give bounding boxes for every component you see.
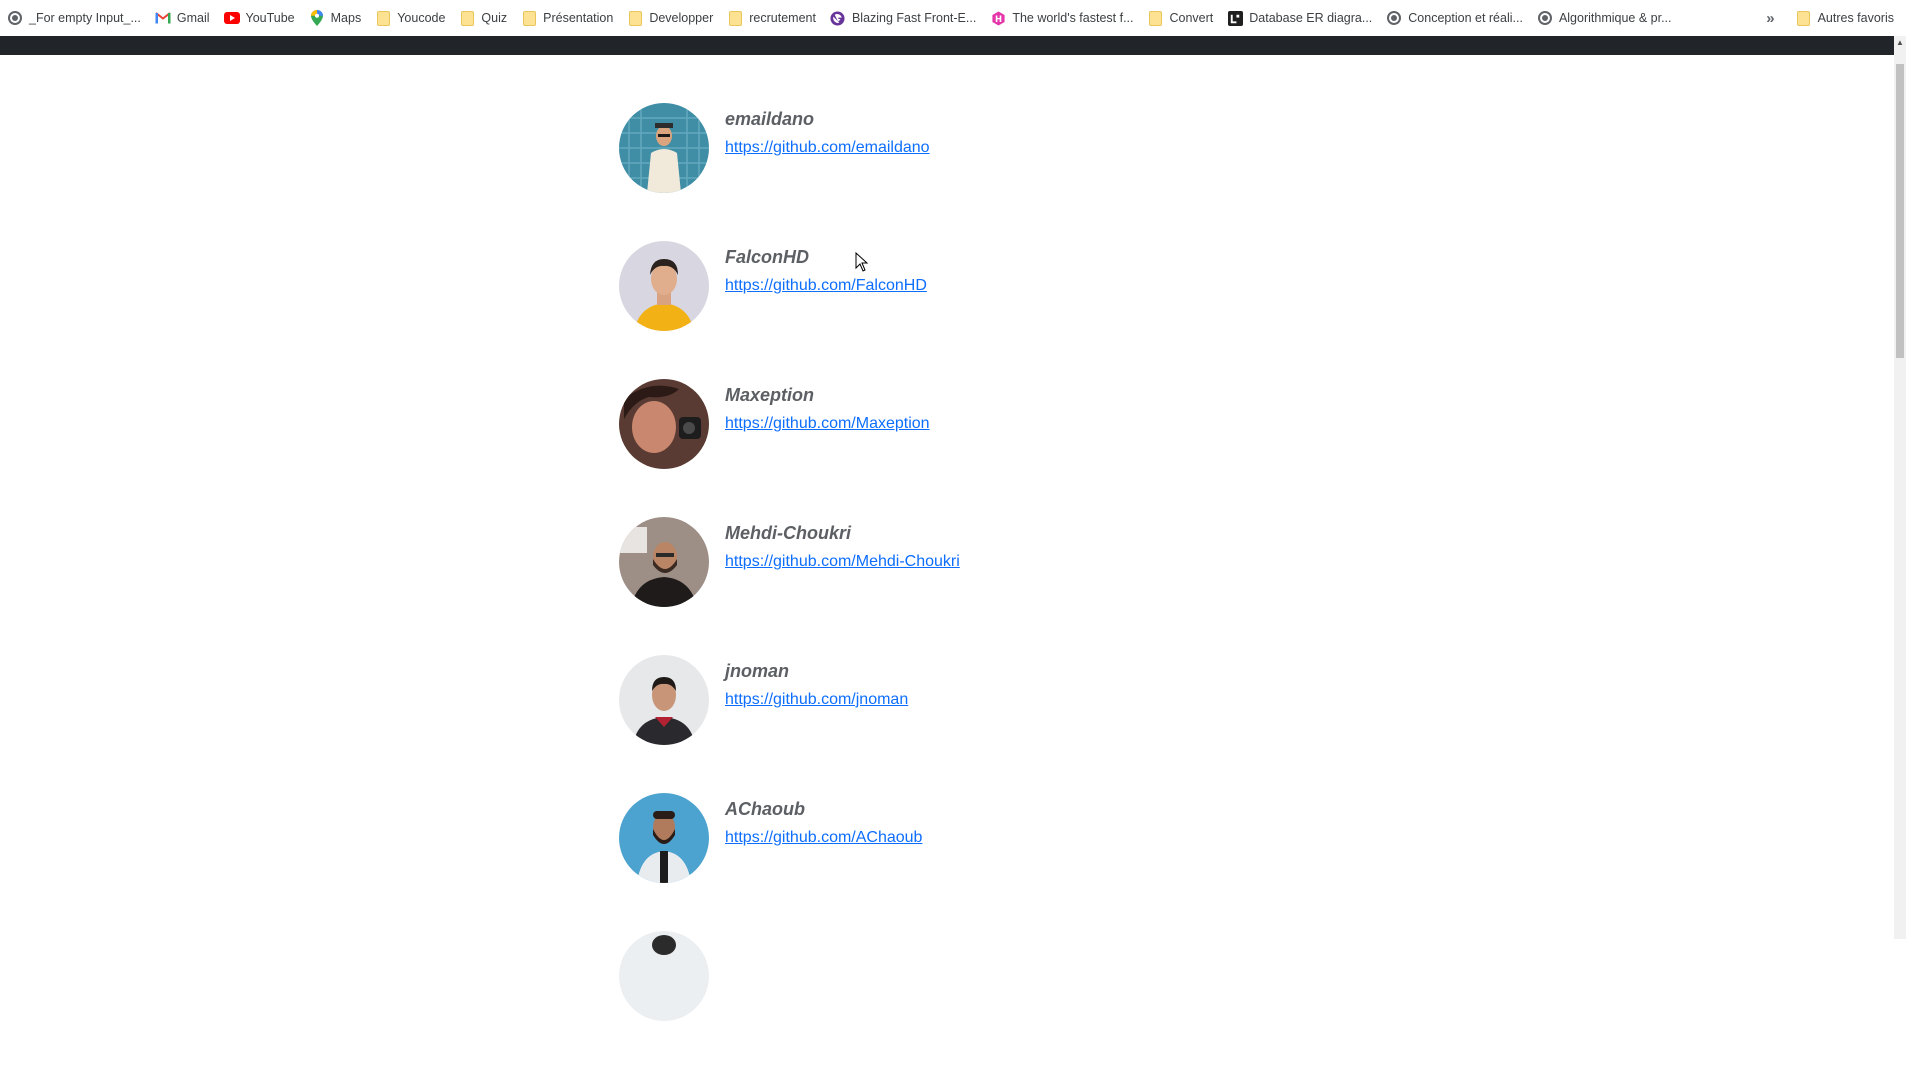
bookmark-folder-presentation[interactable]: Présentation (514, 4, 620, 32)
avatar (619, 379, 709, 469)
gatsby-icon (830, 10, 846, 26)
svg-text:H: H (995, 13, 1002, 23)
scrollbar[interactable]: ▲ (1894, 36, 1906, 939)
bookmark-gmail[interactable]: Gmail (148, 4, 217, 32)
bookmark-algorithmique[interactable]: Algorithmique & pr... (1530, 4, 1679, 32)
scrollbar-thumb[interactable] (1896, 64, 1904, 358)
bookmark-for-empty-input[interactable]: _For empty Input_... (0, 4, 148, 32)
bookmarks-overflow: » Autres favoris (1756, 0, 1906, 36)
dbdiagram-icon (1227, 10, 1243, 26)
contributor-github-link[interactable]: https://github.com/Maxeption (725, 414, 930, 434)
navbar (0, 36, 1894, 55)
globe-icon (1537, 10, 1553, 26)
bookmark-label: Autres favoris (1817, 11, 1894, 25)
hasura-icon: H (990, 10, 1006, 26)
bookmark-label: YouTube (245, 11, 295, 25)
contributor-username: AChaoub (725, 799, 805, 819)
contributor-info: Maxeption https://github.com/Maxeption (725, 379, 930, 517)
contributor-github-link[interactable]: https://github.com/emaildano (725, 138, 930, 158)
contributor-info: Mehdi-Choukri https://github.com/Mehdi-C… (725, 517, 960, 655)
more-bookmarks-button[interactable]: » (1756, 10, 1788, 27)
bookmark-youtube[interactable]: YouTube (217, 4, 302, 32)
folder-icon (727, 10, 743, 26)
avatar (619, 793, 709, 883)
contributor-card: jnoman https://github.com/jnoman (619, 655, 1319, 793)
contributor-username: FalconHD (725, 247, 810, 267)
bookmark-label: _For empty Input_... (29, 11, 141, 25)
bookmark-hasura[interactable]: H The world's fastest f... (983, 4, 1140, 32)
bookmark-folder-quiz[interactable]: Quiz (452, 4, 514, 32)
bookmark-dbdiagram[interactable]: Database ER diagra... (1220, 4, 1379, 32)
contributor-card: Maxeption https://github.com/Maxeption (619, 379, 1319, 517)
bookmark-label: Algorithmique & pr... (1558, 11, 1672, 25)
contributor-card: AChaoub https://github.com/AChaoub (619, 793, 1319, 931)
globe-icon (7, 10, 23, 26)
folder-icon (459, 10, 475, 26)
maps-icon (309, 10, 325, 26)
bookmark-label: Blazing Fast Front-E... (851, 11, 977, 25)
avatar (619, 931, 709, 1021)
contributor-card: emaildano https://github.com/emaildano (619, 103, 1319, 241)
bookmark-label: Maps (330, 11, 362, 25)
bookmark-label: Gmail (176, 11, 210, 25)
contributor-card: Mehdi-Choukri https://github.com/Mehdi-C… (619, 517, 1319, 655)
contributor-username: emaildano (725, 109, 815, 129)
contributor-card: FalconHD https://github.com/FalconHD (619, 241, 1319, 379)
bookmark-label: recrutement (749, 11, 816, 25)
contributor-github-link[interactable]: https://github.com/AChaoub (725, 828, 922, 848)
bookmarks-bar: _For empty Input_... Gmail YouTube Maps … (0, 0, 1906, 36)
bookmark-folder-convert[interactable]: Convert (1141, 4, 1221, 32)
bookmark-label: Youcode (397, 11, 446, 25)
folder-icon (627, 10, 643, 26)
bookmark-folder-youcode[interactable]: Youcode (368, 4, 452, 32)
bookmark-conception[interactable]: Conception et réali... (1379, 4, 1530, 32)
avatar (619, 655, 709, 745)
bookmark-folder-other[interactable]: Autres favoris (1789, 4, 1906, 32)
bookmark-label: Quiz (481, 11, 508, 25)
contributor-github-link[interactable]: https://github.com/Mehdi-Choukri (725, 552, 960, 572)
folder-icon (1148, 10, 1164, 26)
contributor-username: Maxeption (725, 385, 815, 405)
bookmark-label: Developper (649, 11, 714, 25)
avatar (619, 241, 709, 331)
contributor-info: emaildano https://github.com/emaildano (725, 103, 930, 241)
avatar (619, 517, 709, 607)
bookmark-folder-recrutement[interactable]: recrutement (720, 4, 823, 32)
contributor-username: Mehdi-Choukri (725, 523, 851, 543)
bookmark-label: Présentation (543, 11, 614, 25)
gmail-icon (155, 10, 171, 26)
bookmark-label: Database ER diagra... (1249, 11, 1373, 25)
bookmark-maps[interactable]: Maps (302, 4, 369, 32)
bookmark-label: The world's fastest f... (1012, 11, 1134, 25)
contributor-info: AChaoub https://github.com/AChaoub (725, 793, 922, 931)
folder-icon (375, 10, 391, 26)
bookmark-label: Convert (1169, 11, 1214, 25)
contributor-card-partial (619, 931, 1319, 1069)
contributor-github-link[interactable]: https://github.com/jnoman (725, 690, 908, 710)
globe-icon (1386, 10, 1402, 26)
contributor-info: FalconHD https://github.com/FalconHD (725, 241, 927, 379)
contributor-info: jnoman https://github.com/jnoman (725, 655, 908, 793)
contributors-list: emaildano https://github.com/emaildano F… (619, 103, 1319, 1069)
mouse-cursor-icon (855, 251, 869, 277)
folder-icon (521, 10, 537, 26)
contributor-username: jnoman (725, 661, 790, 681)
youtube-icon (223, 10, 240, 26)
scroll-up-icon[interactable]: ▲ (1894, 36, 1906, 50)
folder-icon (1796, 10, 1812, 26)
avatar (619, 103, 709, 193)
bookmark-folder-developper[interactable]: Developper (620, 4, 720, 32)
contributor-github-link[interactable]: https://github.com/FalconHD (725, 276, 927, 296)
bookmark-gatsby[interactable]: Blazing Fast Front-E... (823, 4, 983, 32)
bookmark-label: Conception et réali... (1408, 11, 1523, 25)
